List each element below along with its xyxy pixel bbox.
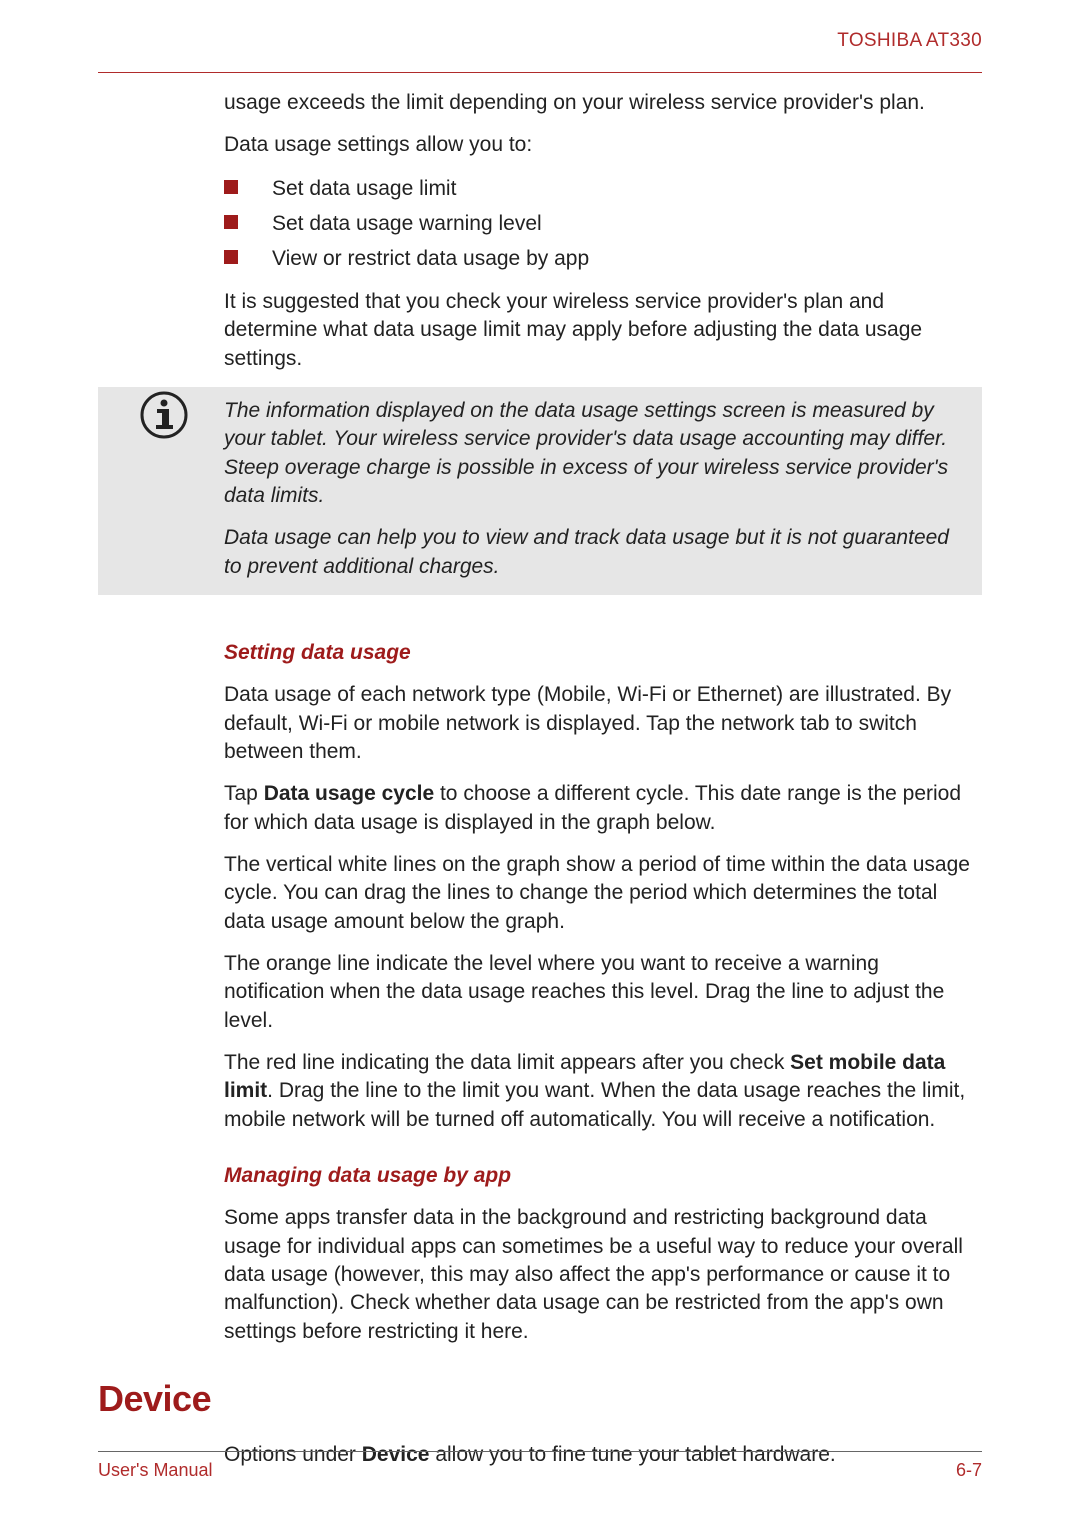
paragraph: usage exceeds the limit depending on you… <box>224 89 982 117</box>
bold-text: Data usage cycle <box>264 782 434 805</box>
note-paragraph: Data usage can help you to view and trac… <box>224 524 972 581</box>
paragraph: Some apps transfer data in the backgroun… <box>224 1204 982 1346</box>
paragraph: The vertical white lines on the graph sh… <box>224 851 982 936</box>
product-header: TOSHIBA AT330 <box>98 30 982 52</box>
info-icon <box>140 391 188 439</box>
subheading-setting-data-usage: Setting data usage <box>224 639 982 667</box>
text: Tap <box>224 782 264 805</box>
subheading-managing-data-usage: Managing data usage by app <box>224 1162 982 1190</box>
footer-page-number: 6-7 <box>956 1460 982 1481</box>
list-item: Set data usage limit <box>224 174 982 203</box>
list-item: View or restrict data usage by app <box>224 244 982 273</box>
manual-page: TOSHIBA AT330 usage exceeds the limit de… <box>0 0 1080 1521</box>
paragraph: Data usage settings allow you to: <box>224 131 982 159</box>
paragraph: Data usage of each network type (Mobile,… <box>224 681 982 766</box>
bullet-list: Set data usage limit Set data usage warn… <box>224 174 982 274</box>
note-paragraph: The information displayed on the data us… <box>224 397 972 510</box>
footer-manual-label: User's Manual <box>98 1460 212 1481</box>
header-rule <box>98 72 982 73</box>
page-footer: User's Manual 6-7 <box>98 1451 982 1481</box>
text: The red line indicating the data limit a… <box>224 1051 790 1074</box>
note-callout: The information displayed on the data us… <box>98 387 982 595</box>
paragraph: The red line indicating the data limit a… <box>224 1049 982 1134</box>
paragraph: Tap Data usage cycle to choose a differe… <box>224 780 982 837</box>
main-content: usage exceeds the limit depending on you… <box>224 89 982 1346</box>
list-item: Set data usage warning level <box>224 209 982 238</box>
footer-rule <box>98 1451 982 1452</box>
text: . Drag the line to the limit you want. W… <box>224 1079 965 1130</box>
paragraph: The orange line indicate the level where… <box>224 950 982 1035</box>
paragraph: It is suggested that you check your wire… <box>224 288 982 373</box>
section-heading-device: Device <box>98 1378 982 1420</box>
